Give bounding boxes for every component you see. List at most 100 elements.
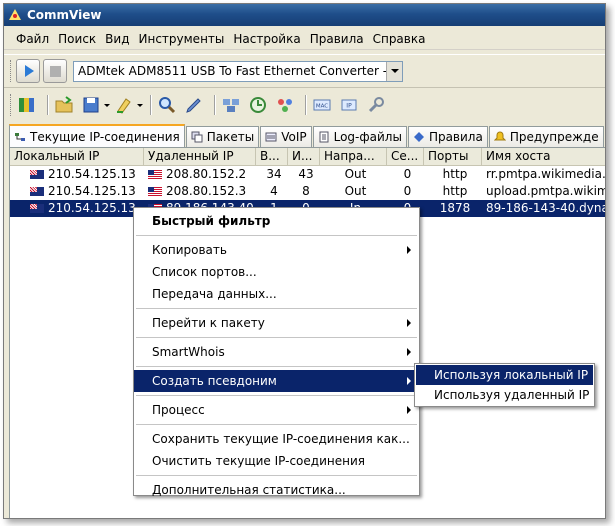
clear-icon[interactable] (113, 94, 135, 116)
menu-copy[interactable]: Копировать (134, 239, 419, 261)
mac-alias-icon[interactable]: MAC (311, 94, 333, 116)
tab-alarms[interactable]: Предупрежде (488, 126, 604, 147)
menu-create-alias[interactable]: Создать псевдоним (134, 370, 419, 392)
out-cell: 8 (302, 184, 310, 198)
local-ip-cell: 210.54.125.13 (10, 183, 144, 200)
menu-bar: Файл Поиск Вид Инструменты Настройка Пра… (4, 28, 605, 50)
start-capture-button[interactable] (16, 59, 40, 83)
stop-icon (49, 65, 61, 77)
adapter-select[interactable]: ADMtek ADM8511 USB To Fast Ethernet Conv… (73, 60, 403, 82)
us-flag-icon (148, 170, 162, 179)
main-toolbar: MAC IP (4, 90, 605, 120)
menu-separator (136, 235, 417, 236)
search-icon[interactable] (156, 94, 178, 116)
open-log-viewer-icon[interactable] (16, 94, 38, 116)
column-header[interactable]: Напра... (320, 148, 387, 165)
submenu-arrow-icon (407, 246, 411, 254)
tab-label: Log-файлы (333, 130, 402, 144)
menu-goto-packet[interactable]: Перейти к пакету (134, 312, 419, 334)
save-dropdown-icon[interactable] (104, 103, 110, 107)
sessions-cell: 0 (403, 167, 412, 181)
menu-tools[interactable]: Инструменты (135, 30, 229, 48)
settings-wrench-icon[interactable] (365, 94, 387, 116)
menu-view[interactable]: Вид (101, 30, 133, 48)
menu-help[interactable]: Справка (369, 30, 430, 48)
remote-ip-cell: 208.80.152.3 (144, 183, 256, 200)
local-ip-cell: 210.54.125.13 (10, 200, 144, 217)
timer-icon[interactable] (247, 94, 269, 116)
tab-voip[interactable]: VoIP (260, 126, 312, 147)
toolbar-separator (305, 95, 307, 115)
menu-separator (136, 475, 417, 476)
column-header[interactable]: Имя хоста (482, 148, 605, 165)
submenu-arrow-icon (407, 406, 411, 414)
adapter-selected-value: ADMtek ADM8511 USB To Fast Ethernet Conv… (78, 64, 403, 78)
sessions-cell: 0 (403, 184, 412, 198)
log-files-icon (319, 131, 329, 143)
toolbar-grip-2[interactable] (10, 94, 13, 116)
capture-toolbar: ADMtek ADM8511 USB To Fast Ethernet Conv… (4, 54, 605, 88)
menu-extra-stats[interactable]: Дополнительная статистика... (134, 479, 419, 501)
chevron-down-icon (390, 69, 399, 73)
write-icon[interactable] (183, 94, 205, 116)
menu-save-connections[interactable]: Сохранить текущие IP-соединения как... (134, 428, 419, 450)
tab-log-files[interactable]: Log-файлы (312, 126, 407, 147)
remote-ip-value: 208.80.152.2 (166, 167, 247, 181)
open-folder-icon[interactable] (53, 94, 75, 116)
menu-process[interactable]: Процесс (134, 399, 419, 421)
column-header[interactable]: Локальный IP (10, 148, 144, 165)
table-header: Локальный IP Удаленный IP В... И... Напр… (10, 148, 605, 166)
svg-text:MAC: MAC (316, 104, 328, 110)
menu-smartwhois[interactable]: SmartWhois (134, 341, 419, 363)
nodes-icon[interactable] (274, 94, 296, 116)
column-header[interactable]: Удаленный IP (144, 148, 256, 165)
menu-clear-connections[interactable]: Очистить текущие IP-соединения (134, 450, 419, 472)
table-row[interactable]: 210.54.125.13 208.80.152.2 34 43 Out 0 h… (10, 166, 606, 183)
tab-label: VoIP (281, 130, 307, 144)
svg-text:IP: IP (346, 103, 352, 110)
menu-data-transfer[interactable]: Передача данных... (134, 283, 419, 305)
tab-label: Пакеты (206, 130, 255, 144)
tab-strip: Текущие IP-соединения Пакеты VoIP Log-фа… (9, 123, 605, 147)
menu-separator (136, 308, 417, 309)
column-header[interactable]: Се... (387, 148, 424, 165)
title-bar[interactable]: CommView (4, 4, 605, 26)
context-menu: Быстрый фильтр Копировать Список портов.… (133, 207, 420, 497)
direction-cell: Out (344, 184, 367, 198)
table-row[interactable]: 210.54.125.13 208.80.152.3 4 8 Out 0 htt… (10, 183, 606, 200)
menu-file[interactable]: Файл (12, 30, 53, 48)
menu-port-list[interactable]: Список портов... (134, 261, 419, 283)
hostname-cell: rr.pmtpa.wikimedia.o (486, 167, 606, 181)
in-cell: 4 (270, 184, 278, 198)
menu-alias-remote-ip[interactable]: Используя удаленный IP (416, 385, 593, 405)
menu-quick-filter[interactable]: Быстрый фильтр (134, 210, 419, 232)
column-header[interactable]: И... (288, 148, 320, 165)
ip-alias-icon[interactable]: IP (338, 94, 360, 116)
tab-packets[interactable]: Пакеты (185, 126, 260, 147)
save-icon[interactable] (80, 94, 102, 116)
tab-ip-connections[interactable]: Текущие IP-соединения (9, 124, 185, 147)
remote-ip-value: 208.80.152.3 (166, 184, 247, 198)
packet-generator-icon[interactable] (220, 94, 242, 116)
local-ip-value: 210.54.125.13 (48, 184, 136, 198)
menu-alias-local-ip[interactable]: Используя локальный IP (416, 365, 593, 385)
menu-separator (136, 424, 417, 425)
out-cell: 43 (298, 167, 314, 181)
menu-rules[interactable]: Правила (306, 30, 368, 48)
app-logo-icon (8, 8, 22, 22)
tab-rules[interactable]: Правила (407, 126, 488, 147)
menu-label: SmartWhois (152, 345, 225, 359)
clear-dropdown-icon[interactable] (137, 103, 143, 107)
toolbar-grip[interactable] (10, 60, 13, 82)
in-cell: 34 (266, 167, 282, 181)
column-header[interactable]: Порты (424, 148, 482, 165)
adapter-dropdown-button[interactable] (386, 61, 402, 81)
menu-settings[interactable]: Настройка (229, 30, 304, 48)
menu-label: Процесс (152, 403, 205, 417)
menu-search[interactable]: Поиск (54, 30, 100, 48)
window-title: CommView (27, 8, 102, 22)
column-header[interactable]: В... (256, 148, 288, 165)
hostname-cell: upload.pmtpa.wikime (486, 184, 606, 198)
stop-capture-button[interactable] (43, 59, 67, 83)
alarms-icon (493, 131, 506, 141)
